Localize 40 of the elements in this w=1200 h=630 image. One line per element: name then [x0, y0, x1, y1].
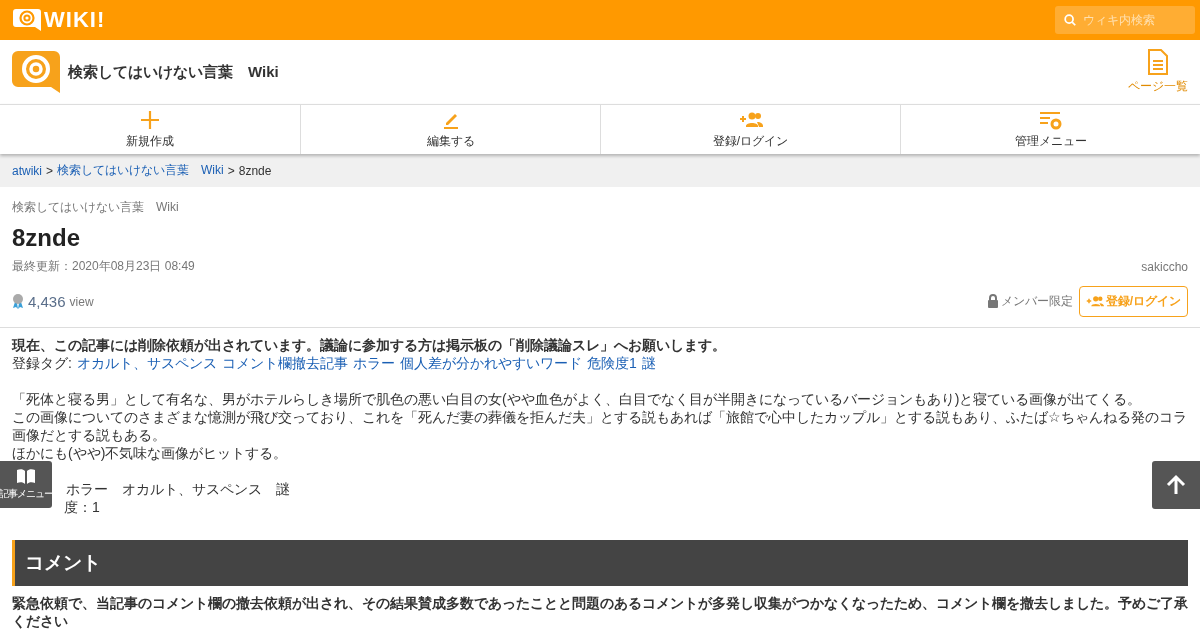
body-paragraph: 「死体と寝る男」として有名な、男がホテルらしき場所で肌色の悪い白目の女(やや血色がよく、白目でなく目が半開きになっているバージョンもあり)と寝ている画像が出てくる。	[12, 390, 1143, 408]
comment-notice: 緊急依頼で、当記事のコメント欄の撤去依頼が出され、その結果賛成多数であったことと問題のあるコメントが多発し収集がつかなくなったため、コメント欄を撤去しました。予めご了承ください	[12, 594, 1188, 630]
comment-heading: コメント	[12, 540, 1188, 586]
breadcrumb-current: 8znde	[238, 163, 272, 178]
breadcrumb-separator: >	[46, 163, 54, 178]
tag-link[interactable]: 個人差が分かれやすいワード	[399, 354, 582, 372]
tag-link[interactable]: 危険度1	[586, 354, 637, 372]
page-title: 8znde	[12, 224, 81, 252]
last-updated: 最終更新：2020年08月23日 08:49	[12, 258, 195, 275]
document-icon	[1147, 49, 1169, 75]
tags-label: 登録タグ:	[12, 354, 72, 372]
nav-button[interactable]: 新規作成	[0, 105, 300, 154]
danger-level-text: 度：1	[63, 498, 101, 516]
member-only-label: メンバー限定	[1000, 292, 1073, 310]
classification-text: ホラー オカルト、サスペンス 謎	[66, 480, 290, 498]
plus-icon	[138, 109, 162, 130]
tag-link[interactable]: ホラー	[352, 354, 395, 372]
tag-link[interactable]: コメント欄撤去記事	[221, 354, 348, 372]
book-icon	[16, 468, 36, 484]
view-count: 4,436	[28, 292, 66, 310]
medal-icon	[12, 293, 24, 309]
view-unit: view	[69, 295, 94, 309]
settings-icon	[1038, 109, 1063, 130]
breadcrumb-separator: >	[227, 163, 235, 178]
arrow-up-icon	[1164, 473, 1188, 497]
wiki-name: 検索してはいけない言葉 Wiki	[12, 199, 180, 216]
breadcrumb-link[interactable]: atwiki	[12, 163, 42, 178]
breadcrumb-link[interactable]: 検索してはいけない言葉 Wiki	[57, 162, 224, 179]
tag-link[interactable]: 謎	[641, 354, 656, 372]
deletion-notice: 現在、この記事には削除依頼が出されています。議論に参加する方は掲示板の「削除議論スレ」へお願いします。	[12, 336, 727, 354]
tag-link[interactable]: オカルト、サスペンス	[76, 354, 217, 372]
body-paragraph: ほかにも(やや)不気味な画像がヒットする。	[12, 444, 289, 462]
add-user-icon	[1085, 295, 1104, 307]
lock-icon	[986, 294, 999, 308]
wiki-logo-icon[interactable]	[12, 51, 60, 93]
wiki-title[interactable]: 検索してはいけない言葉 Wiki	[68, 62, 279, 82]
scroll-top-button[interactable]	[1152, 461, 1200, 509]
body-paragraph: この画像についてのさまざまな憶測が飛び交っており、これを「死んだ妻の葬儀を拒んだ夫」とする説もあれば「旅館で心中したカップル」とする説もあり、ふたば☆ちゃんねる発のコラ画像だとする説もある。	[12, 408, 1188, 444]
author-name: sakiccho	[1141, 259, 1188, 274]
search-icon[interactable]	[1063, 13, 1077, 27]
